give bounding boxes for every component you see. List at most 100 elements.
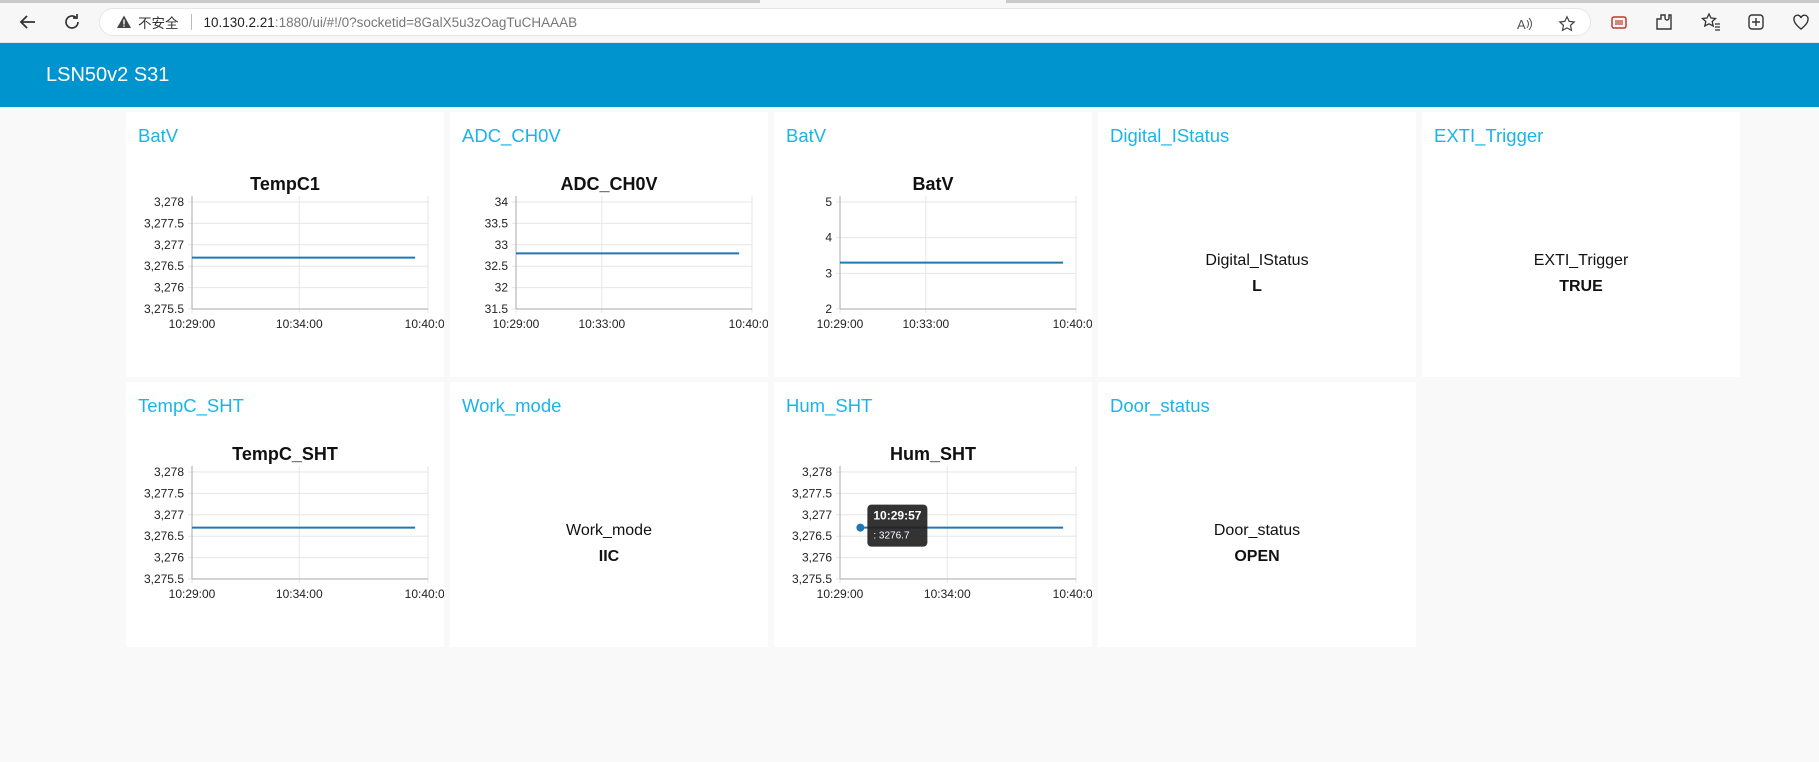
y-tick-label: 33.5	[485, 216, 509, 230]
chart-batv: BatV 5 4 3 210:29:00 10:33:00 10:40:00	[817, 174, 1092, 331]
text-value: TRUE	[1559, 278, 1603, 295]
card-title: TempC_SHT	[138, 395, 244, 416]
read-aloud-icon[interactable]: A	[1516, 15, 1534, 33]
chart-title: TempC1	[250, 174, 320, 194]
insecure-label: 不安全	[138, 16, 179, 31]
chart-title: BatV	[912, 174, 953, 194]
card-title: Digital_IStatus	[1110, 125, 1230, 146]
y-tick-label: 3,277.5	[144, 486, 184, 500]
y-tick-label: 3,277	[802, 508, 832, 522]
y-tick-label: 3,277	[154, 238, 184, 252]
svg-text:A: A	[1517, 17, 1526, 32]
card-hum-sht: Hum_SHT Hum_SHT 3,278 3,277.5 3,277 3,276.5 3…	[774, 382, 1092, 647]
x-tick-label: 10:34:00	[276, 317, 323, 331]
card-batv-2: BatV BatV 5 4 3 210:29:00 10:33:00 10:40:00	[774, 112, 1092, 377]
favorite-star-icon[interactable]	[1558, 15, 1576, 33]
card-title: EXTI_Trigger	[1434, 125, 1544, 146]
tab-strip	[0, 0, 760, 3]
chart-title: Hum_SHT	[890, 444, 976, 464]
back-arrow-icon	[19, 15, 35, 29]
url-host: 10.130.2.21	[203, 14, 275, 30]
collections-icon[interactable]	[1609, 12, 1629, 32]
refresh-button[interactable]	[58, 9, 86, 35]
card-work-mode: Work_mode Work_mode IIC	[450, 382, 768, 647]
y-tick-label: 3,276	[154, 551, 184, 565]
tab-strip	[1006, 0, 1819, 3]
chart-title: ADC_CH0V	[560, 174, 657, 194]
x-tick-label: 10:29:00	[493, 317, 540, 331]
chart-title: TempC_SHT	[232, 444, 338, 464]
y-tick-label: 3,278	[154, 465, 184, 479]
chart-tempc-sht: TempC_SHT 3,278 3,277.5 3,277 3,276.5 3,276 3,…	[144, 444, 444, 601]
y-tick-label: 3,276	[154, 281, 184, 295]
x-tick-label: 10:34:00	[924, 587, 971, 601]
text-widget: Door_status OPEN	[1098, 522, 1416, 566]
y-tick-label: 3,277	[154, 508, 184, 522]
card-title: Door_status	[1110, 395, 1210, 416]
y-tick-label: 32	[495, 281, 509, 295]
x-tick-label: 10:29:00	[817, 587, 864, 601]
text-widget: Digital_IStatus L	[1098, 252, 1416, 296]
x-tick-label: 10:40:00	[405, 587, 444, 601]
tooltip-time: 10:29:57	[873, 509, 921, 523]
back-button[interactable]	[14, 9, 42, 35]
x-tick-label: 10:34:00	[276, 587, 323, 601]
card-tempc-sht: TempC_SHT TempC_SHT 3,278 3,277.5 3,277 3,27…	[126, 382, 444, 647]
y-tick-label: 3,276	[802, 551, 832, 565]
extensions-icon[interactable]	[1654, 12, 1674, 32]
y-tick-label: 5	[825, 195, 832, 209]
y-tick-label: 33	[495, 238, 509, 252]
y-tick-label: 4	[825, 231, 832, 245]
card-digital-istatus: Digital_IStatus Digital_IStatus L	[1098, 112, 1416, 377]
y-tick-label: 3,275.5	[792, 572, 832, 586]
text-value: IIC	[598, 548, 620, 565]
card-title: Work_mode	[462, 395, 562, 416]
x-tick-label: 10:29:00	[817, 317, 864, 331]
y-tick-label: 3,275.5	[144, 302, 184, 316]
favorites-icon[interactable]	[1701, 12, 1721, 32]
text-widget: Work_mode IIC	[450, 522, 768, 566]
y-tick-label: 3,278	[802, 465, 832, 479]
text-label: Door_status	[1213, 522, 1301, 539]
hover-point[interactable]	[856, 523, 865, 532]
x-tick-label: 10:40:00	[729, 317, 768, 331]
text-label: Work_mode	[566, 522, 652, 539]
tooltip-value: : 3276.7	[873, 531, 910, 542]
url-text: 10.130.2.21:1880/ui/#!/0?socketid=8GalX5…	[204, 15, 578, 30]
y-tick-label: 3	[825, 266, 832, 280]
url-path: :1880/ui/#!/0?socketid=8GalX5u3zOagTuCHA…	[274, 14, 578, 30]
x-tick-label: 10:40:00	[1053, 317, 1092, 331]
browser-essentials-icon[interactable]	[1746, 12, 1766, 32]
card-door-status: Door_status Door_status OPEN	[1098, 382, 1416, 647]
card-exti-trigger: EXTI_Trigger EXTI_Trigger TRUE	[1422, 112, 1740, 377]
x-tick-label: 10:29:00	[169, 317, 216, 331]
browser-toolbar: 不安全 10.130.2.21:1880/ui/#!/0?socketid=8G…	[0, 0, 1819, 43]
y-tick-label: 3,278	[154, 195, 184, 209]
card-title: BatV	[786, 125, 827, 146]
card-title: Hum_SHT	[786, 395, 873, 416]
y-tick-label: 3,276.5	[792, 529, 832, 543]
warning-icon	[117, 15, 131, 28]
text-label: EXTI_Trigger	[1533, 252, 1629, 269]
y-tick-label: 2	[825, 302, 832, 316]
y-tick-label: 3,277.5	[792, 486, 832, 500]
y-tick-label: 34	[495, 195, 509, 209]
y-tick-label: 3,276.5	[144, 529, 184, 543]
card-title: BatV	[138, 125, 179, 146]
y-tick-label: 31.5	[485, 302, 509, 316]
y-tick-label: 3,277.5	[144, 216, 184, 230]
heart-pulse-icon[interactable]	[1791, 12, 1811, 32]
x-tick-label: 10:33:00	[902, 317, 949, 331]
chart-hum-sht: Hum_SHT 3,278 3,277.5 3,277 3,276.5 3,276 3,27…	[792, 444, 1092, 601]
x-tick-label: 10:40:00	[405, 317, 444, 331]
card-adc-ch0v: ADC_CH0V ADC_CH0V 34 33.5 33 32.5 32 31.5 10:29…	[450, 112, 768, 377]
chart-adc-ch0v: ADC_CH0V 34 33.5 33 32.5 32 31.510:29:00 10:33:…	[485, 174, 768, 331]
text-value: OPEN	[1234, 548, 1280, 565]
chart-tempc1: TempC1 3,278 3,277.5 3,277 3,276.5 3,276 3,275…	[144, 174, 444, 331]
x-tick-label: 10:33:00	[578, 317, 625, 331]
card-batv: BatV TempC1 3,278 3,277.5 3,277 3,276.5 3,276…	[126, 112, 444, 377]
dashboard-header: LSN50v2 S31	[0, 43, 1819, 107]
x-tick-label: 10:40:00	[1053, 587, 1092, 601]
y-tick-label: 3,276.5	[144, 259, 184, 273]
address-bar[interactable]: 不安全 10.130.2.21:1880/ui/#!/0?socketid=8G…	[99, 8, 1591, 36]
